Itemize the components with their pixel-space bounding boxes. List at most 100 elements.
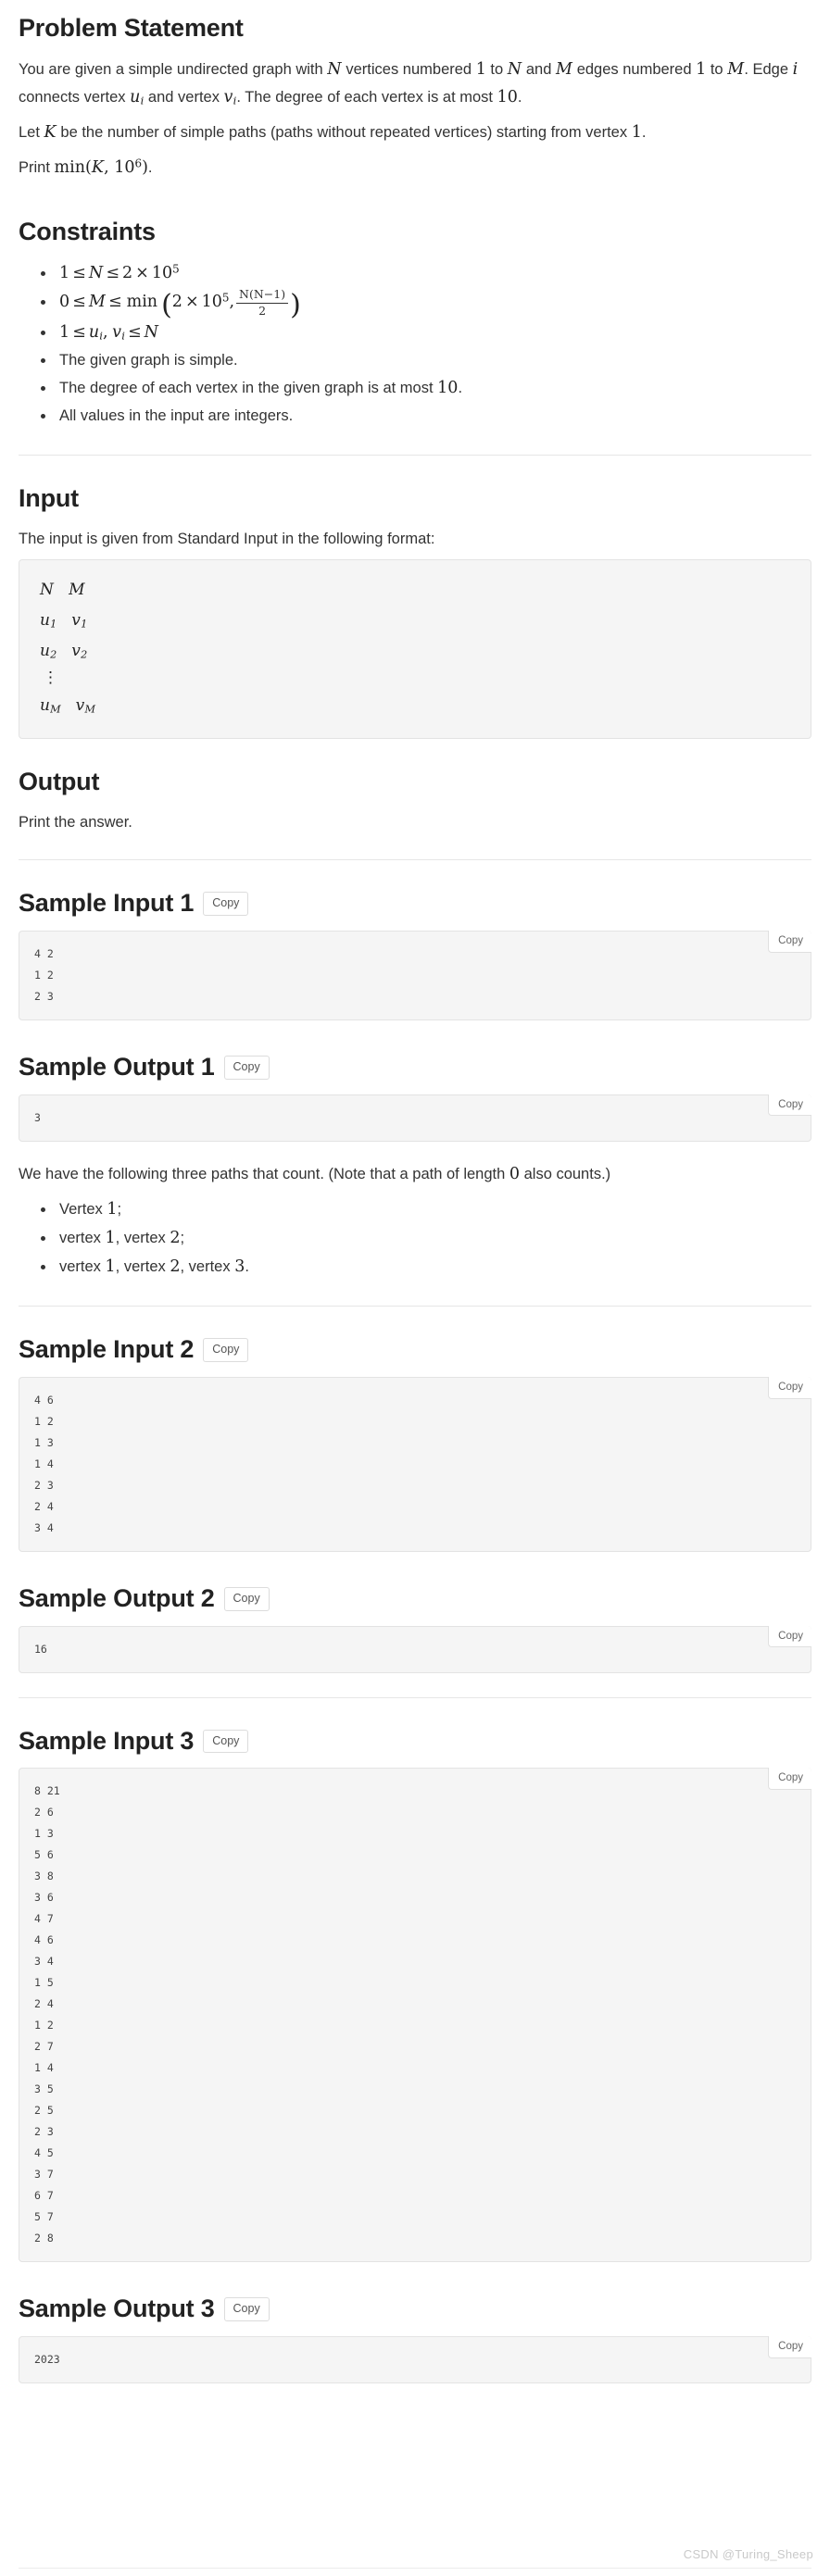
sample-output-2-title: Sample Output 2 [19,1583,215,1612]
copy-button-sample-output-1[interactable]: Copy [223,1055,270,1080]
var-ui: ui [130,87,144,107]
var-i: i [792,59,799,79]
path1-end: ; [117,1200,122,1218]
path-item-2: vertex 1, vertex 2; [56,1224,811,1253]
fmt-v1-base: v [71,611,82,631]
c2-paren-close: ) [290,288,301,321]
ps-text-c: to [485,60,508,78]
path3-mid2: , vertex [180,1258,235,1276]
c2-base: 10 [201,293,222,312]
c3-le1: ≤ [72,322,86,342]
comma-1: , [104,158,115,178]
c2-comma: , [229,293,235,312]
code-copy-button-sample-input-2[interactable]: Copy [768,1376,811,1399]
c2-min: min [126,293,158,312]
divider-output-sample1 [19,859,811,861]
sample-output-1-explanation: We have the following three paths that c… [19,1160,811,1188]
problem-page: Problem Statement You are given a simple… [0,0,830,2384]
path1-pre: Vertex [59,1200,107,1218]
code-copy-button-sample-output-1[interactable]: Copy [768,1094,811,1117]
problem-statement-paragraph-2: Let K be the number of simple paths (pat… [19,119,811,146]
fmt-u2-base: u [40,642,51,661]
fmt-u1: u1 [40,611,57,630]
c3-one: 1 [59,322,70,342]
code-copy-button-sample-output-3[interactable]: Copy [768,2336,811,2358]
sample-output-1-paths-list: Vertex 1; vertex 1, vertex 2; vertex 1, … [19,1195,811,1282]
explanation-text-b: also counts.) [520,1165,611,1182]
constraint-item-2: 0≤M≤min(2×105,N(N−1)2) [56,288,811,319]
copy-button-sample-input-3[interactable]: Copy [203,1729,249,1754]
pow-base: 10 [114,158,135,178]
c3-comma: , [103,322,108,342]
sample-input-3-code-wrap: 8 21 2 6 1 3 5 6 3 8 3 6 4 7 4 6 3 4 1 5… [19,1768,811,2263]
sample-output-3-code-wrap: 2023 Copy [19,2336,811,2384]
path2-n1: 1 [105,1228,116,1247]
sample-output-2-code-wrap: 16 Copy [19,1625,811,1673]
code-copy-button-sample-output-2[interactable]: Copy [768,1625,811,1648]
c5-num: 10 [437,379,459,398]
ps3-text-end: . [147,159,153,177]
fmt-um: uM [40,696,61,715]
copy-button-sample-output-2[interactable]: Copy [223,1586,270,1611]
code-copy-button-sample-input-3[interactable]: Copy [768,1768,811,1791]
fmt-u1-sub: 1 [50,618,57,631]
path-item-1: Vertex 1; [56,1195,811,1224]
problem-statement-paragraph-1: You are given a simple undirected graph … [19,56,811,111]
input-format-row-5: uM vM [40,691,798,721]
fmt-vm: vM [76,696,95,715]
var-ui-base: u [130,87,141,106]
code-copy-button-sample-input-1[interactable]: Copy [768,930,811,953]
constraint-item-5: The degree of each vertex in the given g… [56,374,811,403]
path2-pre: vertex [59,1229,106,1246]
ps-text-a: You are given a simple undirected graph … [19,60,328,78]
output-title: Output [19,768,100,796]
fmt-vm-base: v [75,695,85,715]
copy-button-sample-input-1[interactable]: Copy [203,892,249,916]
copy-button-sample-output-3[interactable]: Copy [223,2297,270,2322]
constraints-list: 1≤N≤2×105 0≤M≤min(2×105,N(N−1)2) 1≤ui, v… [19,259,811,431]
var-vi-base: v [223,87,233,106]
input-format-block: NM u1 v1 u2 v2 ⋮ uM vM [19,558,811,740]
copy-button-sample-input-2[interactable]: Copy [203,1338,249,1362]
constraints-title: Constraints [19,218,156,246]
sample-input-2-code: 4 6 1 2 1 3 1 4 2 3 2 4 3 4 [19,1376,811,1552]
fmt-vm-sub: M [84,703,95,716]
ps-text-b: vertices numbered [341,60,476,78]
c2-fraction: N(N−1) 2 [236,288,289,319]
sample-output-2-heading: Sample Output 2 Copy [19,1583,811,1615]
sample-input-1-code: 4 2 1 2 2 3 [19,930,811,1020]
explanation-text-a: We have the following three paths that c… [19,1165,509,1182]
ps-text-e: edges numbered [572,60,697,78]
problem-statement-paragraph-3: Print min(K, 106). [19,154,811,181]
c2-m: M [88,293,106,312]
ps2-text-b: be the number of simple paths (paths wit… [56,123,632,141]
constraint-item-3: 1≤ui, vi≤N [56,319,811,347]
c1-times: × [135,263,149,282]
c3-v-base: v [112,322,122,342]
fmt-n: N [40,580,55,599]
c3-v: vi [112,322,125,343]
ps-text-l: . [517,88,522,106]
ps-text-j: and vertex [144,88,224,106]
constraint-item-4: The given graph is simple. [56,347,811,374]
problem-statement-heading: Problem Statement [19,13,811,44]
sample-output-1-code-wrap: 3 Copy [19,1094,811,1142]
ps-text-d: and [522,60,556,78]
c1-le2: ≤ [106,263,119,282]
fmt-u2: u2 [40,642,57,660]
path-item-3: vertex 1, vertex 2, vertex 3. [56,1253,811,1282]
sample-output-1-title: Sample Output 1 [19,1052,215,1081]
num-1: 1 [475,59,486,79]
var-n-2: N [507,59,522,79]
c3-n: N [144,322,159,342]
c2-paren-open: ( [161,288,172,321]
c2-two: 2 [171,293,182,312]
sample-output-2-code: 16 [19,1625,811,1673]
output-description: Print the answer. [19,813,132,831]
divider-constraints-input [19,454,811,456]
bottom-divider [19,2568,811,2569]
ps2-text-c: . [641,123,647,141]
num-10: 10 [497,87,518,106]
c1-le1: ≤ [72,263,86,282]
c2-zero: 0 [59,293,70,312]
